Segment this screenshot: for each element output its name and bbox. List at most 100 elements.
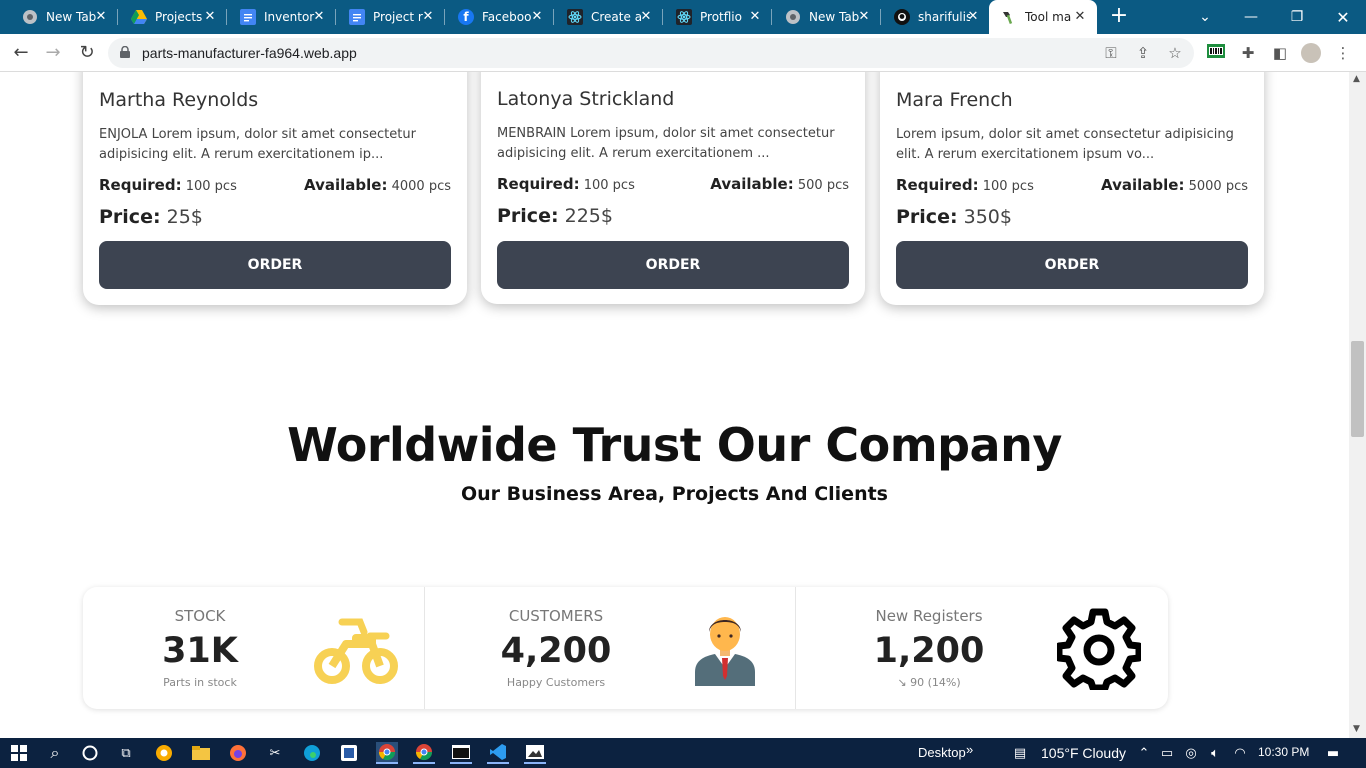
close-tab-icon[interactable]: ✕ xyxy=(203,10,217,24)
weather-icon[interactable]: ▤ xyxy=(1009,742,1031,764)
webcam-icon[interactable]: ◎ xyxy=(1180,742,1202,764)
price-label: Price: xyxy=(99,206,161,228)
share-icon[interactable]: ⇪ xyxy=(1134,44,1152,62)
close-tab-icon[interactable]: ✕ xyxy=(94,10,108,24)
minimize-icon[interactable]: — xyxy=(1228,0,1274,34)
product-description: ENJOLA Lorem ipsum, dolor sit amet conse… xyxy=(99,127,416,162)
tool-icon xyxy=(1001,9,1017,25)
browser-tab[interactable]: Project r ✕ xyxy=(327,0,445,34)
stat-description: Parts in stock xyxy=(163,676,237,689)
capture-tool-icon[interactable]: ✂ xyxy=(264,742,286,764)
close-tab-icon[interactable]: ✕ xyxy=(1073,10,1087,24)
browser-tab[interactable]: Protflio ✕ xyxy=(654,0,772,34)
task-view-icon[interactable]: ⧉ xyxy=(115,742,137,764)
close-tab-icon[interactable]: ✕ xyxy=(857,10,871,24)
extension-icon[interactable] xyxy=(1206,43,1226,63)
browser-tab[interactable]: f Faceboo ✕ xyxy=(436,0,554,34)
firefox-icon[interactable] xyxy=(227,742,249,764)
photos-icon[interactable] xyxy=(524,742,546,764)
browser-tab[interactable]: Projects ✕ xyxy=(109,0,227,34)
close-tab-icon[interactable]: ✕ xyxy=(530,10,544,24)
forward-icon[interactable]: → xyxy=(41,41,65,65)
url-text: parts-manufacturer-fa964.web.app xyxy=(142,45,357,61)
available-label: Available: xyxy=(1101,176,1185,194)
reload-icon[interactable]: ↻ xyxy=(75,41,99,65)
toolbar-expand-icon[interactable]: » xyxy=(966,742,973,757)
scroll-up-icon[interactable]: ▲ xyxy=(1353,74,1360,84)
stat-value: 1,200 xyxy=(873,631,985,671)
puzzle-extensions-icon[interactable]: ✚ xyxy=(1238,43,1258,63)
notification-icon[interactable]: ▬ xyxy=(1322,742,1344,764)
product-name: Mara French xyxy=(896,89,1013,111)
scroll-down-icon[interactable]: ▼ xyxy=(1353,724,1360,734)
file-explorer-icon[interactable] xyxy=(190,742,212,764)
chrome-taskbar-icon[interactable] xyxy=(376,742,398,764)
tray-chevron-icon[interactable]: ⌃ xyxy=(1133,742,1155,764)
required-label: Required: xyxy=(497,175,580,193)
tab-title: New Tab xyxy=(46,10,97,24)
product-card: Latonya Strickland MENBRAIN Lorem ipsum,… xyxy=(481,72,865,304)
close-tab-icon[interactable]: ✕ xyxy=(748,10,762,24)
tab-title: Projects xyxy=(155,10,203,24)
battery-icon[interactable]: ▭ xyxy=(1156,742,1178,764)
back-icon[interactable]: ← xyxy=(9,41,33,65)
new-tab-button[interactable]: + xyxy=(1108,5,1130,27)
app-icon[interactable] xyxy=(338,742,360,764)
edge-icon[interactable] xyxy=(301,742,323,764)
close-tab-icon[interactable]: ✕ xyxy=(966,10,980,24)
browser-tab[interactable]: Inventor ✕ xyxy=(218,0,336,34)
required-value: 100 pcs xyxy=(185,179,237,194)
terminal-icon[interactable] xyxy=(450,742,472,764)
section-title: Worldwide Trust Our Company xyxy=(287,418,1062,472)
product-card: Mara French Lorem ipsum, dolor sit amet … xyxy=(880,72,1264,305)
vscode-icon[interactable] xyxy=(487,742,509,764)
address-bar[interactable]: parts-manufacturer-fa964.web.app ⚿ ⇪ ☆ xyxy=(108,38,1194,68)
scrollbar-thumb[interactable] xyxy=(1351,341,1364,437)
price-label: Price: xyxy=(497,205,559,227)
chrome-icon xyxy=(785,9,801,25)
tab-search-icon[interactable]: ⌄ xyxy=(1182,0,1228,34)
motorcycle-icon xyxy=(314,618,398,684)
weather-text[interactable]: 105°F Cloudy xyxy=(1041,745,1126,761)
stat-value: 31K xyxy=(162,631,238,671)
restore-icon[interactable]: ❐ xyxy=(1274,0,1320,34)
product-description: MENBRAIN Lorem ipsum, dolor sit amet con… xyxy=(497,126,835,161)
required-quantity: Required: 100 pcs xyxy=(497,175,635,193)
browser-tab-active[interactable]: Tool ma ✕ xyxy=(989,0,1097,34)
close-window-icon[interactable]: ✕ xyxy=(1320,0,1366,34)
bookmark-star-icon[interactable]: ☆ xyxy=(1166,44,1184,62)
browser-tab[interactable]: New Tab ✕ xyxy=(763,0,881,34)
windows-start-icon[interactable] xyxy=(8,742,30,764)
wifi-icon[interactable]: ◠ xyxy=(1229,742,1251,764)
required-value: 100 pcs xyxy=(583,178,635,193)
browser-tab[interactable]: sharifulis ✕ xyxy=(872,0,990,34)
cortana-icon[interactable] xyxy=(79,742,101,764)
tab-title: Inventor xyxy=(264,10,315,24)
product-price: Price: 350$ xyxy=(896,206,1012,228)
chrome-taskbar-icon[interactable] xyxy=(413,742,435,764)
order-button[interactable]: ORDER xyxy=(99,241,451,289)
order-button[interactable]: ORDER xyxy=(497,241,849,289)
browser-tab[interactable]: New Tab ✕ xyxy=(0,0,118,34)
required-value: 100 pcs xyxy=(982,179,1034,194)
google-drive-icon xyxy=(131,9,147,25)
key-icon[interactable]: ⚿ xyxy=(1102,44,1120,62)
close-tab-icon[interactable]: ✕ xyxy=(421,10,435,24)
chrome-canary-icon[interactable] xyxy=(153,742,175,764)
page-viewport: Martha Reynolds ENJOLA Lorem ipsum, dolo… xyxy=(0,72,1349,738)
side-panel-icon[interactable]: ◧ xyxy=(1270,43,1290,63)
menu-kebab-icon[interactable]: ⋮ xyxy=(1333,43,1353,63)
stat-stock: STOCK 31K Parts in stock xyxy=(83,587,425,709)
available-label: Available: xyxy=(304,176,388,194)
close-tab-icon[interactable]: ✕ xyxy=(639,10,653,24)
clock-time[interactable]: 10:30 PM xyxy=(1258,745,1309,759)
profile-avatar[interactable] xyxy=(1301,43,1321,63)
order-button[interactable]: ORDER xyxy=(896,241,1248,289)
price-value: 225$ xyxy=(564,205,613,227)
close-tab-icon[interactable]: ✕ xyxy=(312,10,326,24)
tab-title: sharifulis xyxy=(918,10,970,24)
browser-tab[interactable]: Create a ✕ xyxy=(545,0,663,34)
volume-icon[interactable]: 🔈︎ xyxy=(1204,742,1226,764)
desktop-toolbar-label[interactable]: Desktop xyxy=(918,745,966,760)
search-icon[interactable]: ⌕ xyxy=(44,742,66,764)
